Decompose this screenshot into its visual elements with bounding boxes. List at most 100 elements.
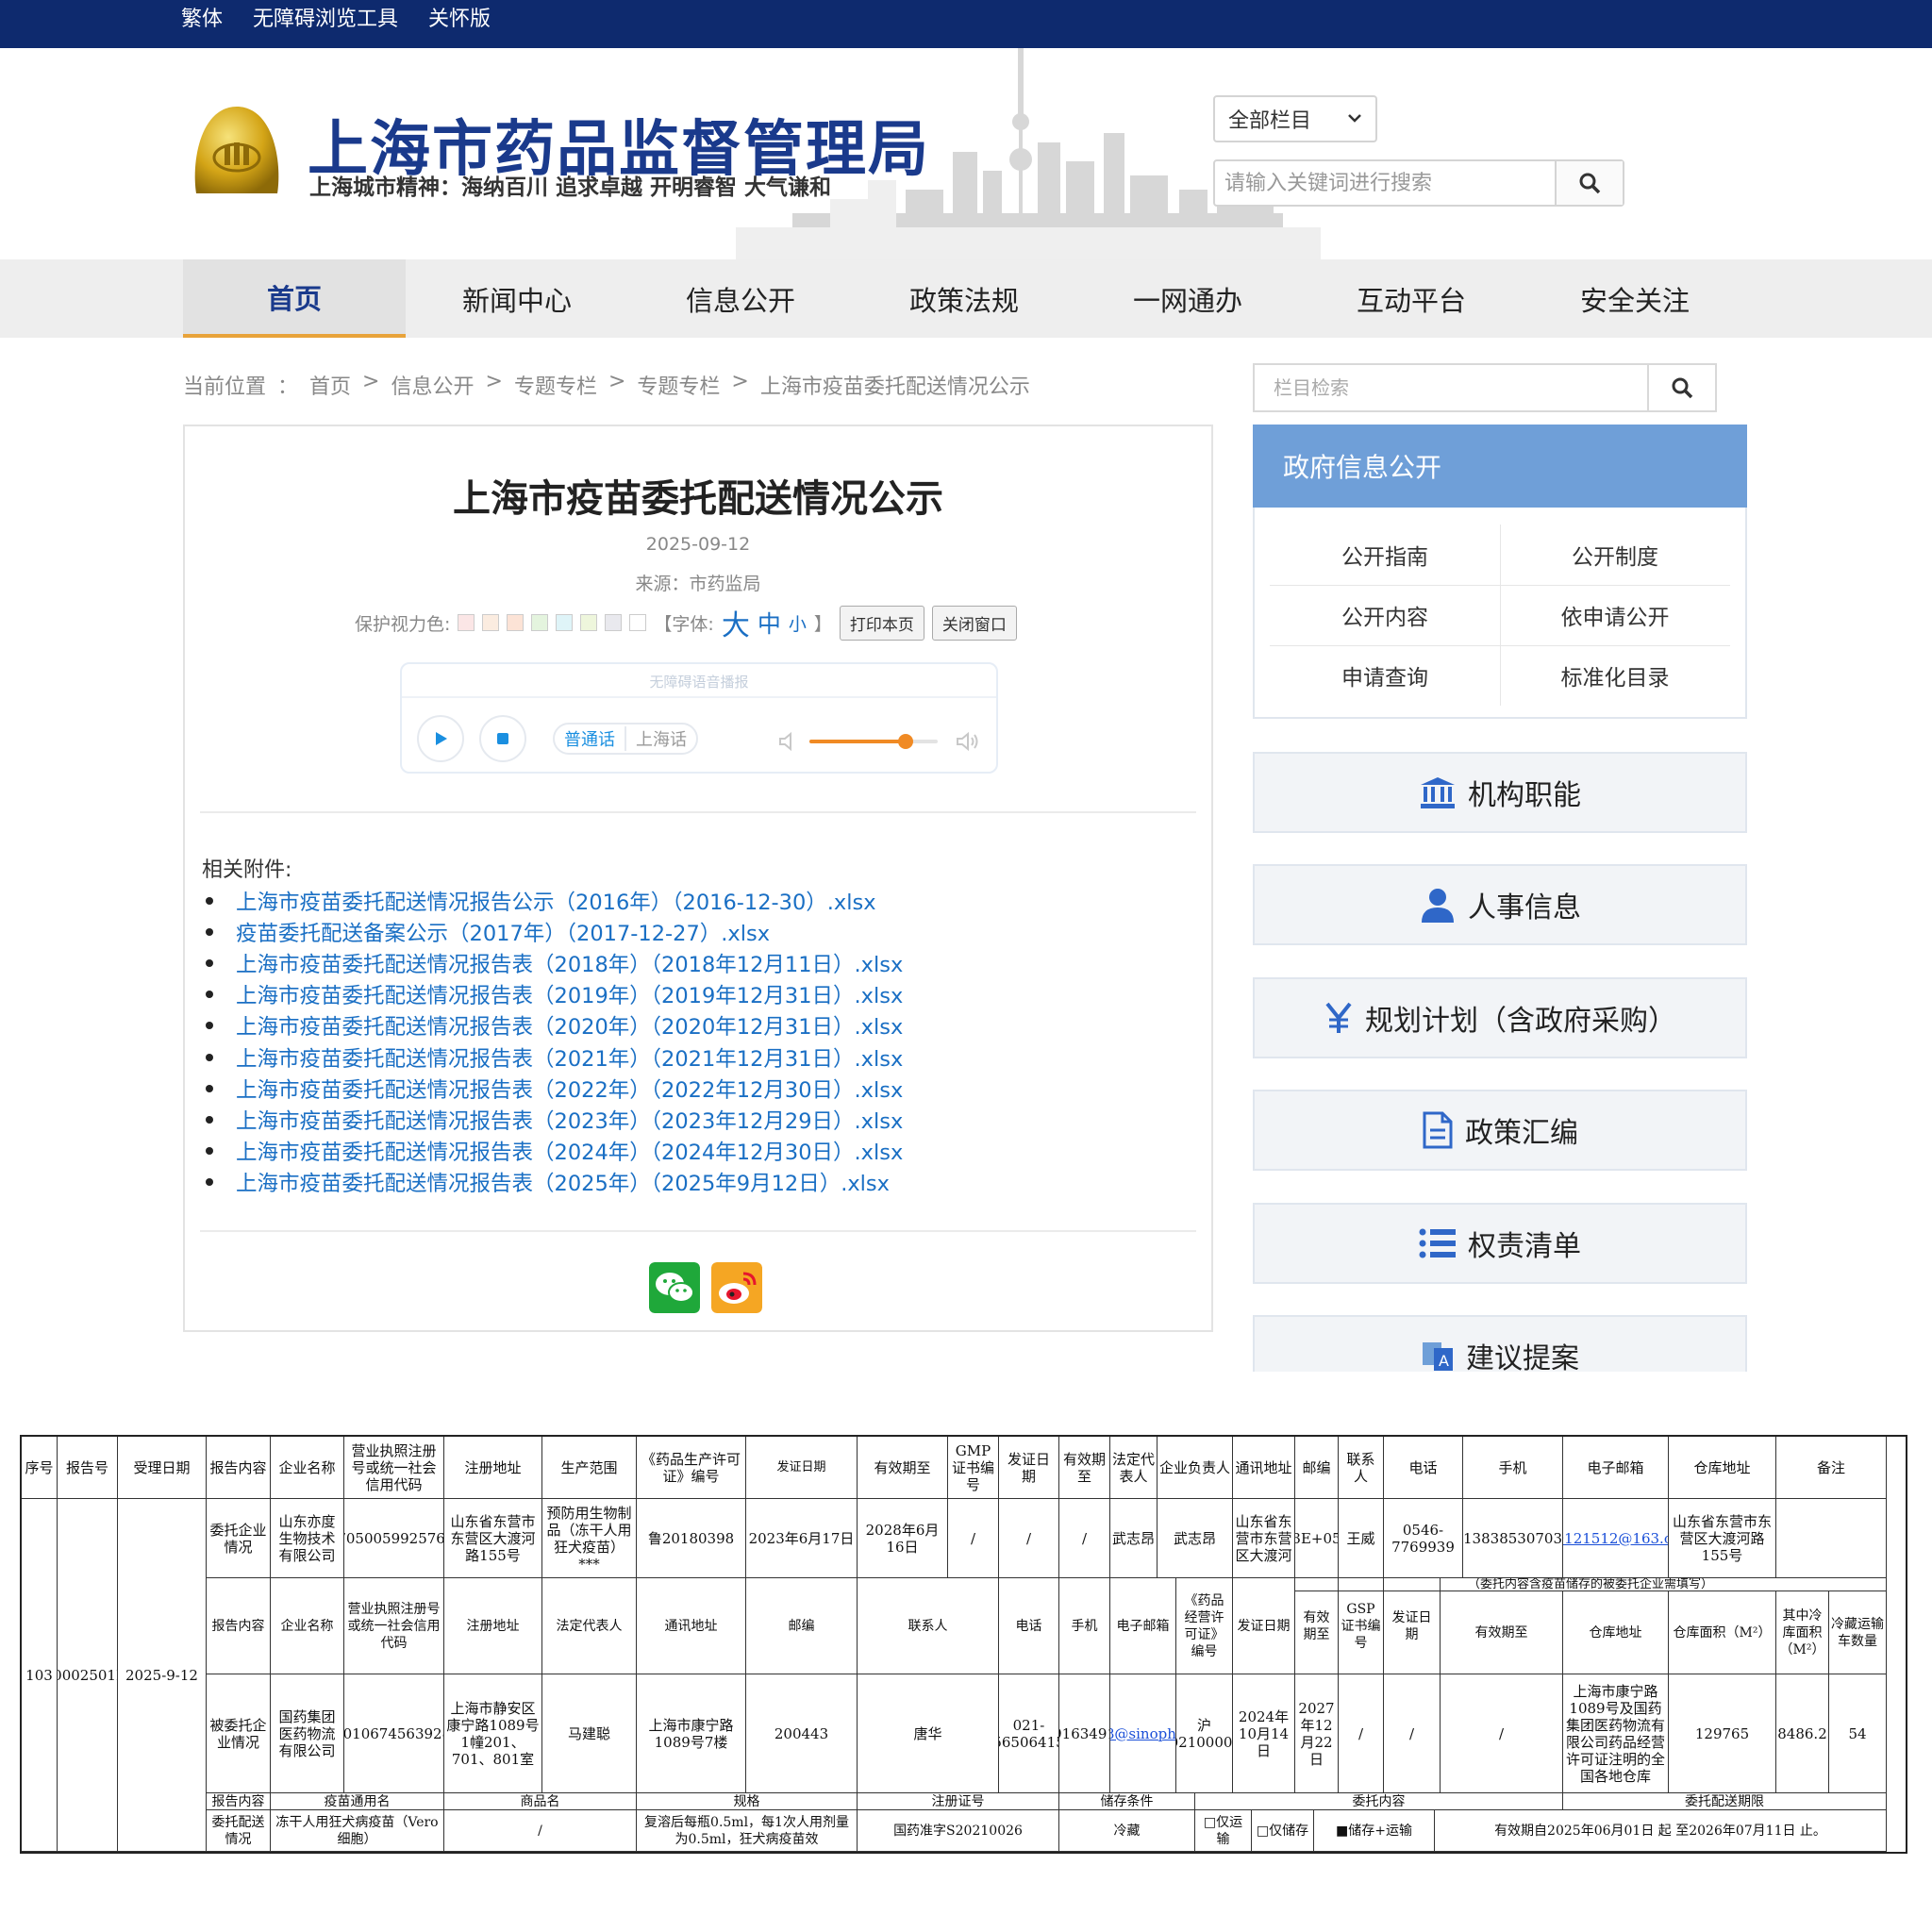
breadcrumb-special-2[interactable]: 专题专栏 — [637, 370, 720, 400]
header-cell: 有效期至 — [858, 1437, 948, 1499]
dialect-shanghainese[interactable]: 上海话 — [625, 726, 696, 751]
attachment-link[interactable]: 上海市疫苗委托配送情况报告表（2021年）（2021年12月31日）.xlsx — [236, 1042, 903, 1073]
attachment-link[interactable]: 上海市疫苗委托配送情况报告表（2018年）（2018年12月11日）.xlsx — [236, 948, 903, 978]
attachment-link[interactable]: 上海市疫苗委托配送情况报告公示（2016年）（2016-12-30）.xlsx — [236, 886, 876, 916]
personnel-info-button[interactable]: 人事信息 — [1253, 864, 1747, 945]
gov-link-request[interactable]: 依申请公开 — [1500, 585, 1730, 645]
font-size-large[interactable]: 大 — [722, 602, 750, 643]
play-button[interactable] — [417, 715, 464, 762]
header-cell: 委托内容 — [1195, 1793, 1563, 1810]
table-cell: 马建聪 — [542, 1674, 637, 1793]
institution-icon — [1421, 777, 1455, 808]
column-search-input[interactable] — [1255, 365, 1649, 410]
content-divider — [200, 1230, 1196, 1232]
bureau-emblem-icon — [194, 107, 279, 193]
eye-color-swatch[interactable] — [580, 614, 598, 631]
weibo-share-icon[interactable] — [711, 1262, 762, 1313]
table-cell: / — [444, 1810, 637, 1852]
eye-color-swatch[interactable] — [629, 614, 647, 631]
print-button[interactable]: 打印本页 — [839, 605, 924, 641]
header-cell: 有效期至 — [1441, 1591, 1563, 1674]
header-cell: 企业名称 — [271, 1578, 344, 1674]
breadcrumb-home[interactable]: 首页 — [309, 370, 351, 400]
side-button-label: 人事信息 — [1468, 891, 1581, 924]
table-cell: 2024年10月14日 — [1233, 1674, 1295, 1793]
gov-link-content[interactable]: 公开内容 — [1270, 585, 1500, 645]
breadcrumb-sep: > — [485, 370, 503, 393]
volume-slider[interactable] — [809, 734, 938, 749]
nav-item-news[interactable]: 新闻中心 — [406, 259, 628, 338]
attachment-link[interactable]: 上海市疫苗委托配送情况报告表（2022年）（2022年12月30日）.xlsx — [236, 1074, 903, 1104]
volume-knob[interactable] — [898, 734, 913, 749]
header-cell: 报告号 — [58, 1437, 118, 1499]
table-cell: / — [1059, 1499, 1110, 1578]
breadcrumb-info[interactable]: 信息公开 — [391, 370, 474, 400]
column-search-button[interactable] — [1647, 365, 1715, 410]
nav-item-home[interactable]: 首页 — [183, 259, 406, 338]
eye-color-swatch[interactable] — [507, 614, 525, 631]
site-search-box — [1213, 159, 1624, 207]
attachment-link[interactable]: 上海市疫苗委托配送情况报告表（2019年）（2019年12月31日）.xlsx — [236, 979, 903, 1009]
search-scope-select[interactable]: 全部栏目 — [1213, 95, 1377, 142]
attachment-link[interactable]: 上海市疫苗委托配送情况报告表（2025年）（2025年9月12日）.xlsx — [236, 1167, 890, 1197]
table-cell: 山东省东营市东营区大渡河 — [1233, 1499, 1295, 1578]
site-search-input[interactable] — [1215, 161, 1557, 205]
volume-high-icon — [957, 731, 978, 752]
eye-color-swatch[interactable] — [556, 614, 574, 631]
dialect-mandarin[interactable]: 普通话 — [555, 726, 625, 751]
list-item: 上海市疫苗委托配送情况报告表（2019年）（2019年12月31日）.xlsx — [202, 979, 1202, 1010]
proposals-button[interactable]: A 建议提案 — [1253, 1315, 1747, 1372]
header-cell: 通讯地址 — [637, 1578, 746, 1674]
accessibility-tools-link[interactable]: 无障碍浏览工具 — [253, 2, 398, 32]
header-cell: GSP证书编号 — [1339, 1578, 1384, 1674]
header-cell: 企业名称 — [271, 1437, 344, 1499]
institution-functions-button[interactable]: 机构职能 — [1253, 752, 1747, 833]
eye-color-swatch[interactable] — [605, 614, 623, 631]
font-size-small[interactable]: 小 — [789, 610, 807, 636]
care-mode-link[interactable]: 关怀版 — [428, 2, 491, 32]
header-cell: 规格 — [637, 1793, 858, 1810]
wechat-share-icon[interactable] — [649, 1262, 700, 1313]
eye-protection-label: 保护视力色: — [355, 613, 451, 635]
list-item: 上海市疫苗委托配送情况报告表（2018年）（2018年12月11日）.xlsx — [202, 947, 1202, 978]
policy-collection-button[interactable]: 政策汇编 — [1253, 1090, 1747, 1171]
gov-link-system[interactable]: 公开制度 — [1500, 525, 1730, 585]
site-search-button[interactable] — [1555, 161, 1623, 205]
breadcrumb-special-1[interactable]: 专题专栏 — [514, 370, 597, 400]
eye-color-swatch[interactable] — [531, 614, 549, 631]
breadcrumb-current[interactable]: 上海市疫苗委托配送情况公示 — [760, 370, 1030, 400]
email-link[interactable]: tanghua8@sinopharm.com — [1110, 1674, 1176, 1793]
header-cell: 电子邮箱 — [1110, 1578, 1176, 1674]
email-link[interactable]: 339121512@163.com — [1563, 1499, 1669, 1578]
table-cell: 山东省东营市东营区大渡河路155号 — [444, 1499, 542, 1578]
gov-link-catalog[interactable]: 标准化目录 — [1500, 645, 1730, 706]
side-button-label: 政策汇编 — [1465, 1117, 1578, 1150]
eye-color-swatch[interactable] — [482, 614, 500, 631]
attachment-link[interactable]: 疫苗委托配送备案公示（2017年）（2017-12-27）.xlsx — [236, 917, 770, 947]
gov-link-query[interactable]: 申请查询 — [1270, 645, 1500, 706]
power-list-button[interactable]: 权责清单 — [1253, 1203, 1747, 1284]
nav-item-safety[interactable]: 安全关注 — [1524, 259, 1746, 338]
close-window-button[interactable]: 关闭窗口 — [931, 605, 1017, 641]
gov-link-guide[interactable]: 公开指南 — [1270, 525, 1500, 585]
traditional-chinese-link[interactable]: 繁体 — [181, 2, 223, 32]
attachment-link[interactable]: 上海市疫苗委托配送情况报告表（2023年）（2023年12月29日）.xlsx — [236, 1105, 903, 1135]
stop-button[interactable] — [479, 715, 526, 762]
attachment-link[interactable]: 上海市疫苗委托配送情况报告表（2020年）（2020年12月31日）.xlsx — [236, 1010, 903, 1041]
header-cell: 有效期至 — [1059, 1437, 1110, 1499]
list-item: 疫苗委托配送备案公示（2017年）（2017-12-27）.xlsx — [202, 916, 1202, 947]
header-cell: 报告内容 — [207, 1578, 271, 1674]
header-cell: 电子邮箱 — [1563, 1437, 1669, 1499]
planning-button[interactable]: 规划计划（含政府采购） — [1253, 977, 1747, 1058]
header-cell: 疫苗通用名 — [271, 1793, 444, 1810]
attachment-link[interactable]: 上海市疫苗委托配送情况报告表（2024年）（2024年12月30日）.xlsx — [236, 1136, 903, 1166]
nav-item-info-disclosure[interactable]: 信息公开 — [629, 259, 852, 338]
font-size-medium[interactable]: 中 — [758, 606, 781, 640]
table-cell: / — [1339, 1674, 1384, 1793]
nav-item-policy[interactable]: 政策法规 — [853, 259, 1075, 338]
nav-item-interaction[interactable]: 互动平台 — [1300, 259, 1523, 338]
eye-color-swatch[interactable] — [458, 614, 475, 631]
nav-item-one-stop[interactable]: 一网通办 — [1076, 259, 1299, 338]
header-cell: 手机 — [1059, 1578, 1110, 1674]
accept-date-cell: 2025-9-12 — [118, 1499, 207, 1852]
